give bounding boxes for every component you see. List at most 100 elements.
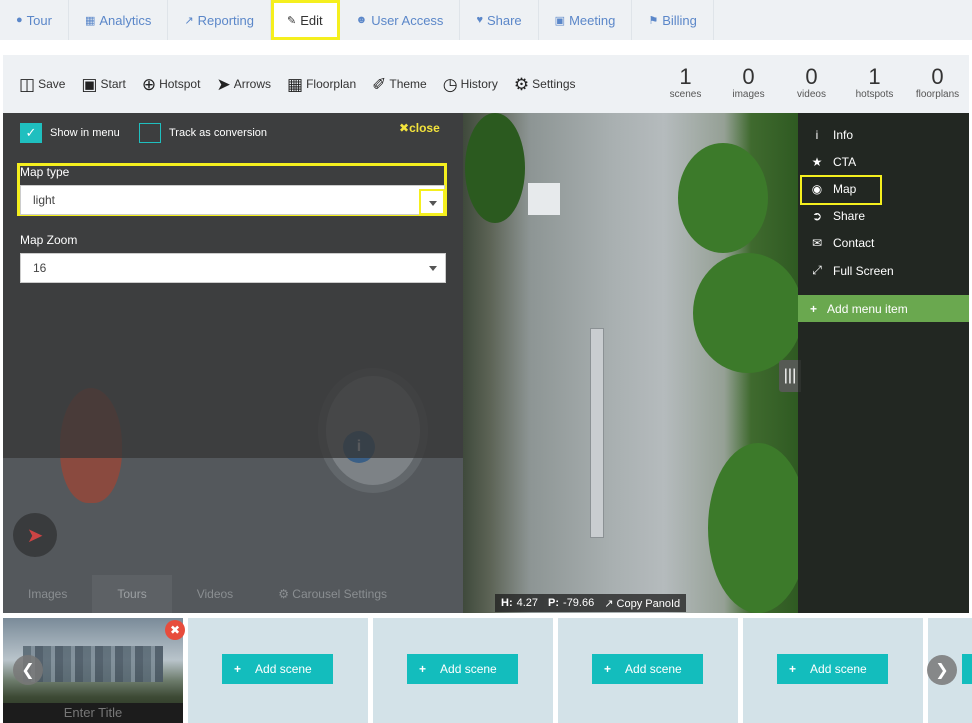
- compass-icon[interactable]: ➤: [13, 513, 57, 557]
- tree: [708, 443, 808, 613]
- lock-icon: ⚑: [648, 14, 659, 27]
- map-type-dropdown-toggle[interactable]: [419, 189, 445, 215]
- carousel-tabs: Images Tours Videos ⚙ Carousel Settings: [3, 575, 463, 613]
- map-menu-highlight: [800, 175, 882, 205]
- pitch-value: -79.66: [563, 597, 595, 609]
- copy-panoid-link[interactable]: ↗ Copy PanoId: [604, 597, 680, 610]
- menu-item-full-screen[interactable]: ⤢ Full Screen: [808, 263, 894, 278]
- add-scene-button[interactable]: [962, 654, 972, 684]
- add-scene-button[interactable]: + Add scene: [592, 654, 703, 684]
- menu-item-share[interactable]: ➲ Share: [808, 209, 865, 223]
- map-zoom-label: Map Zoom: [20, 233, 78, 247]
- carousel-tab-tours[interactable]: Tours: [92, 575, 172, 613]
- plus-icon: +: [234, 662, 242, 676]
- tab-analytics[interactable]: ▦ Analytics: [68, 0, 169, 40]
- tree: [465, 113, 525, 223]
- tab-tour[interactable]: ● Tour: [0, 0, 69, 40]
- line-chart-icon: ↗: [184, 14, 194, 27]
- carousel-tab-images[interactable]: Images: [3, 575, 92, 613]
- stat-videos: 0 videos: [797, 64, 826, 101]
- show-in-menu-checkbox[interactable]: ✓ Show in menu: [20, 123, 120, 143]
- star-icon: ★: [811, 155, 823, 169]
- white-kiosk: [528, 183, 560, 215]
- tree: [678, 143, 768, 253]
- heart-icon: ♥: [476, 14, 483, 26]
- scene-slot: + Add scene: [373, 618, 553, 723]
- close-icon: ✖: [399, 121, 410, 135]
- heading-value: 4.27: [516, 597, 539, 609]
- plus-icon: +: [419, 662, 427, 676]
- pano-status-bar: H: 4.27 P: -79.66 ↗ Copy PanoId: [495, 594, 687, 612]
- menu-item-info[interactable]: i Info: [808, 128, 853, 142]
- track-conversion-checkbox[interactable]: Track as conversion: [139, 123, 267, 143]
- map-settings-panel: ✓ Show in menu Track as conversion ✖clos…: [3, 113, 463, 458]
- chevron-down-icon: [429, 201, 437, 206]
- walkway-structure: [590, 328, 604, 538]
- bar-chart-icon: ▦: [84, 14, 96, 27]
- external-link-icon: ↗: [604, 597, 617, 610]
- clock-icon: ◷: [442, 74, 458, 94]
- map-type-label: Map type: [20, 165, 70, 179]
- tour-stats: 1 scenes 0 images 0 videos 1 hotspots 0 floor…: [654, 55, 969, 113]
- checkbox-empty: [139, 123, 161, 143]
- floppy-disk-icon: ◫: [19, 74, 36, 94]
- map-type-select[interactable]: light: [20, 185, 445, 215]
- tab-reporting[interactable]: ↗ Reporting: [168, 0, 271, 40]
- stat-hotspots: 1 hotspots: [855, 64, 894, 101]
- gear-icon: ⚙: [278, 587, 293, 601]
- map-zoom-select[interactable]: 16: [20, 253, 446, 283]
- stat-scenes: 1 scenes: [669, 64, 702, 101]
- carousel-tab-videos[interactable]: Videos: [172, 575, 258, 613]
- add-scene-button[interactable]: + Add scene: [407, 654, 518, 684]
- plus-icon: +: [789, 662, 797, 676]
- tab-billing[interactable]: ⚑ Billing: [632, 0, 714, 40]
- history-button[interactable]: ◷ History: [443, 76, 498, 93]
- delete-scene-button[interactable]: ✖: [165, 620, 185, 640]
- menu-item-contact[interactable]: ✉ Contact: [808, 236, 874, 250]
- close-button[interactable]: ✖close: [399, 121, 440, 135]
- tree: [693, 253, 803, 373]
- scene-slot: + Add scene: [558, 618, 738, 723]
- hotspot-button[interactable]: ⊕ Hotspot: [142, 76, 201, 93]
- tab-meeting[interactable]: ▣ Meeting: [538, 0, 633, 40]
- add-scene-button[interactable]: + Add scene: [777, 654, 888, 684]
- start-button[interactable]: ▣ Start: [81, 76, 125, 93]
- tab-share[interactable]: ♥ Share: [460, 0, 539, 40]
- chevron-down-icon: [429, 266, 437, 271]
- expand-icon: ⤢: [812, 263, 822, 277]
- floorplan-button[interactable]: ▦ Floorplan: [287, 76, 356, 93]
- info-icon: i: [815, 128, 819, 142]
- add-menu-item-button[interactable]: + Add menu item: [798, 295, 969, 322]
- scene-slot: + Add scene: [743, 618, 923, 723]
- scene-title-input[interactable]: Enter Title: [3, 703, 183, 723]
- scene-slot: + Add scene: [188, 618, 368, 723]
- plus-circle-icon: ⊕: [141, 74, 157, 94]
- theme-button[interactable]: ✐ Theme: [372, 76, 427, 93]
- monitor-icon: ▣: [81, 74, 98, 94]
- users-icon: ☻: [355, 14, 368, 26]
- carousel-settings-link[interactable]: ⚙ Carousel Settings: [278, 587, 387, 601]
- scenes-next-button[interactable]: ❯: [927, 655, 957, 685]
- gear-icon: ⚙: [513, 74, 530, 94]
- scene-strip: Enter Title ✖ ❮ + Add scene + Add scene + A…: [0, 618, 972, 723]
- editor-toolbar: ◫ Save ▣ Start ⊕ Hotspot ➤ Arrows ▦ Floorplan…: [3, 55, 969, 113]
- add-scene-button[interactable]: + Add scene: [222, 654, 333, 684]
- tab-user-access[interactable]: ☻ User Access: [339, 0, 461, 40]
- menu-item-cta[interactable]: ★ CTA: [808, 155, 857, 169]
- tab-edit[interactable]: ✎ Edit: [270, 0, 340, 40]
- checkmark-icon: ✓: [20, 123, 42, 143]
- plus-icon: +: [604, 662, 612, 676]
- monitor-icon: ▣: [554, 14, 566, 27]
- scenes-prev-button[interactable]: ❮: [13, 655, 43, 685]
- pencil-icon: ✎: [286, 14, 297, 27]
- paintbrush-icon: ✐: [372, 74, 387, 94]
- chevron-left-icon: ❮: [21, 662, 35, 679]
- settings-button[interactable]: ⚙ Settings: [514, 76, 576, 93]
- arrow-circle-icon: ➤: [216, 74, 231, 94]
- envelope-icon: ✉: [811, 236, 823, 250]
- share-icon: ➲: [811, 209, 823, 223]
- save-button[interactable]: ◫ Save: [19, 76, 65, 93]
- arrows-button[interactable]: ➤ Arrows: [216, 76, 271, 93]
- map-marker-icon: ●: [16, 14, 23, 26]
- top-nav: ● Tour ▦ Analytics ↗ Reporting ✎ Edit ☻ User …: [0, 0, 972, 40]
